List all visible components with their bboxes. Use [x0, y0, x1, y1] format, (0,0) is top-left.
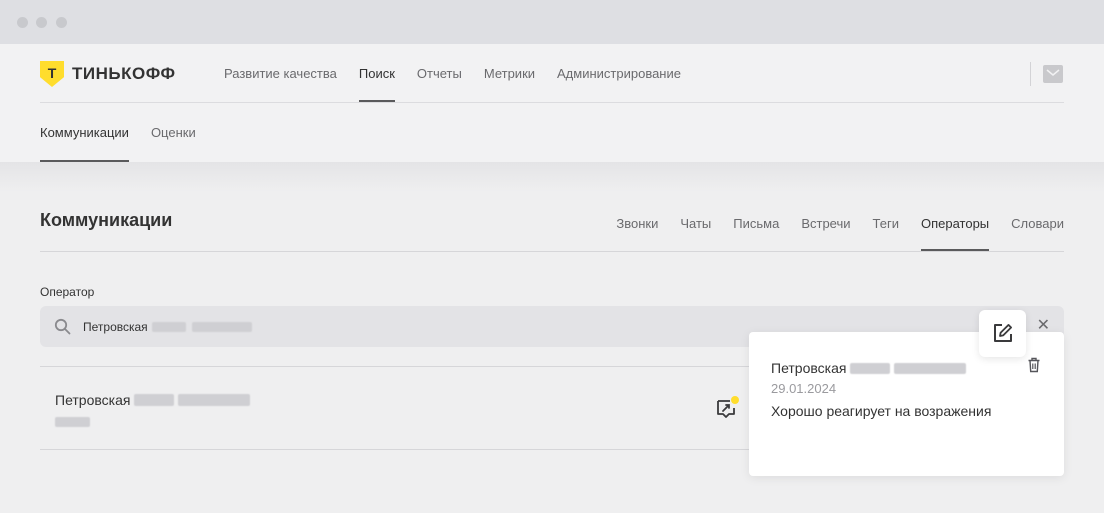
top-nav: Развитие качества Поиск Отчеты Метрики А…: [224, 44, 703, 102]
header-divider: [1030, 62, 1031, 86]
operator-field-label: Оператор: [40, 285, 95, 299]
brand-name: ТИНЬКОФФ: [72, 64, 176, 83]
sub-nav: Коммуникации Оценки: [40, 103, 218, 162]
redacted-text: [151, 322, 186, 332]
tab-dictionaries[interactable]: Словари: [1011, 196, 1064, 251]
tab-meetings[interactable]: Встречи: [801, 196, 850, 251]
comment-date: 29.01.2024: [771, 381, 837, 396]
brand-logo[interactable]: Т ТИНЬКОФФ: [40, 61, 176, 87]
comment-text: Хорошо реагирует на возражения: [771, 403, 992, 419]
sub-nav-item-communications[interactable]: Коммуникации: [40, 103, 129, 162]
window-titlebar: [0, 0, 1104, 44]
operator-name-text: Петровская: [55, 392, 131, 408]
tab-tags[interactable]: Теги: [873, 196, 899, 251]
app-header: Т ТИНЬКОФФ Развитие качества Поиск Отчет…: [0, 44, 1104, 162]
trash-icon[interactable]: [1027, 357, 1041, 373]
top-nav-item-search[interactable]: Поиск: [358, 44, 395, 102]
window-close-dot[interactable]: [17, 17, 28, 28]
mail-icon[interactable]: [1043, 65, 1063, 83]
logo-shield-icon: Т: [40, 61, 64, 87]
operator-row-subtitle: [55, 413, 90, 431]
communication-tabs: Звонки Чаты Письма Встречи Теги Оператор…: [594, 196, 1064, 251]
top-nav-item-reports[interactable]: Отчеты: [417, 44, 462, 102]
unread-indicator: [731, 396, 739, 404]
tab-chats[interactable]: Чаты: [680, 196, 711, 251]
tab-letters[interactable]: Письма: [733, 196, 779, 251]
comment-author-text: Петровская: [771, 360, 847, 376]
window-minimize-dot[interactable]: [36, 17, 47, 28]
window-zoom-dot[interactable]: [56, 17, 67, 28]
tab-calls[interactable]: Звонки: [616, 196, 658, 251]
redacted-text: [55, 416, 90, 427]
comment-author: Петровская: [771, 360, 967, 376]
page-title: Коммуникации: [40, 210, 173, 230]
search-value: Петровская: [83, 320, 252, 334]
tabs-divider: [40, 251, 1064, 252]
operator-row-name[interactable]: Петровская: [55, 392, 251, 408]
search-icon: [54, 318, 71, 335]
header-shadow: [0, 162, 1104, 192]
edit-comment-button[interactable]: [979, 310, 1026, 357]
redacted-text: [134, 394, 175, 406]
search-value-text: Петровская: [83, 320, 148, 334]
top-nav-item-admin[interactable]: Администрирование: [557, 44, 681, 102]
sub-nav-item-ratings[interactable]: Оценки: [151, 103, 196, 162]
tab-operators[interactable]: Операторы: [920, 196, 990, 251]
redacted-text: [850, 362, 891, 374]
top-nav-item-metrics[interactable]: Метрики: [484, 44, 535, 102]
top-nav-item-quality[interactable]: Развитие качества: [224, 44, 337, 102]
redacted-text: [894, 362, 967, 374]
edit-icon: [994, 324, 1012, 342]
redacted-text: [178, 394, 251, 406]
redacted-text: [191, 322, 252, 332]
